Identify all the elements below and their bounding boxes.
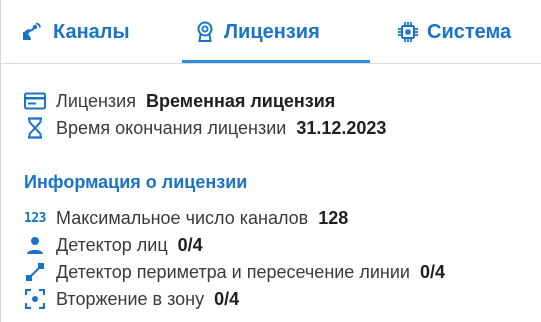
license-expiry-row: Время окончания лицензии 31.12.2023: [24, 117, 386, 139]
zone-intrusion-label: Вторжение в зону: [56, 288, 205, 309]
zone-intrusion-row: Вторжение в зону 0/4: [24, 288, 239, 310]
chip-icon: [397, 21, 419, 43]
line-crossing-icon: [24, 261, 46, 283]
tab-channels-label: Каналы: [53, 20, 130, 43]
license-type-row: Лицензия Временная лицензия: [24, 90, 335, 112]
license-badge-icon: [194, 21, 216, 43]
max-channels-label: Максимальное число каналов: [56, 207, 309, 228]
active-tab-indicator: [182, 60, 370, 63]
numbers-123-icon: 123: [24, 210, 46, 226]
max-channels-value: 128: [318, 207, 349, 228]
license-expiry-value: 31.12.2023: [296, 117, 387, 138]
tab-channels[interactable]: Каналы: [21, 0, 130, 64]
face-detector-row: Детектор лиц 0/4: [24, 234, 203, 256]
perimeter-detector-row: Детектор периметра и пересечение линии 0…: [24, 261, 445, 283]
tab-system[interactable]: Система: [397, 0, 511, 64]
license-type-label: Лицензия: [56, 90, 136, 111]
max-channels-row: 123 Максимальное число каналов 128: [24, 207, 348, 229]
tab-bar: Каналы Лицензия Система: [1, 0, 541, 64]
perimeter-detector-value: 0/4: [419, 261, 445, 282]
zone-intrusion-icon: [24, 288, 46, 310]
tab-license[interactable]: Лицензия: [194, 0, 320, 64]
satellite-dish-icon: [21, 22, 45, 42]
tab-license-label: Лицензия: [224, 20, 320, 43]
card-icon: [24, 90, 46, 112]
perimeter-detector-label: Детектор периметра и пересечение линии: [56, 261, 410, 282]
person-icon: [24, 234, 46, 256]
license-panel: Каналы Лицензия Система Лицензия Временн…: [0, 0, 541, 322]
license-expiry-label: Время окончания лицензии: [56, 117, 287, 138]
tab-system-label: Система: [427, 20, 512, 43]
face-detector-label: Детектор лиц: [56, 234, 168, 255]
hourglass-icon: [24, 117, 46, 139]
license-info-heading: Информация о лицензии: [24, 172, 248, 192]
face-detector-value: 0/4: [177, 234, 203, 255]
license-type-value: Временная лицензия: [145, 90, 336, 111]
zone-intrusion-value: 0/4: [214, 288, 240, 309]
